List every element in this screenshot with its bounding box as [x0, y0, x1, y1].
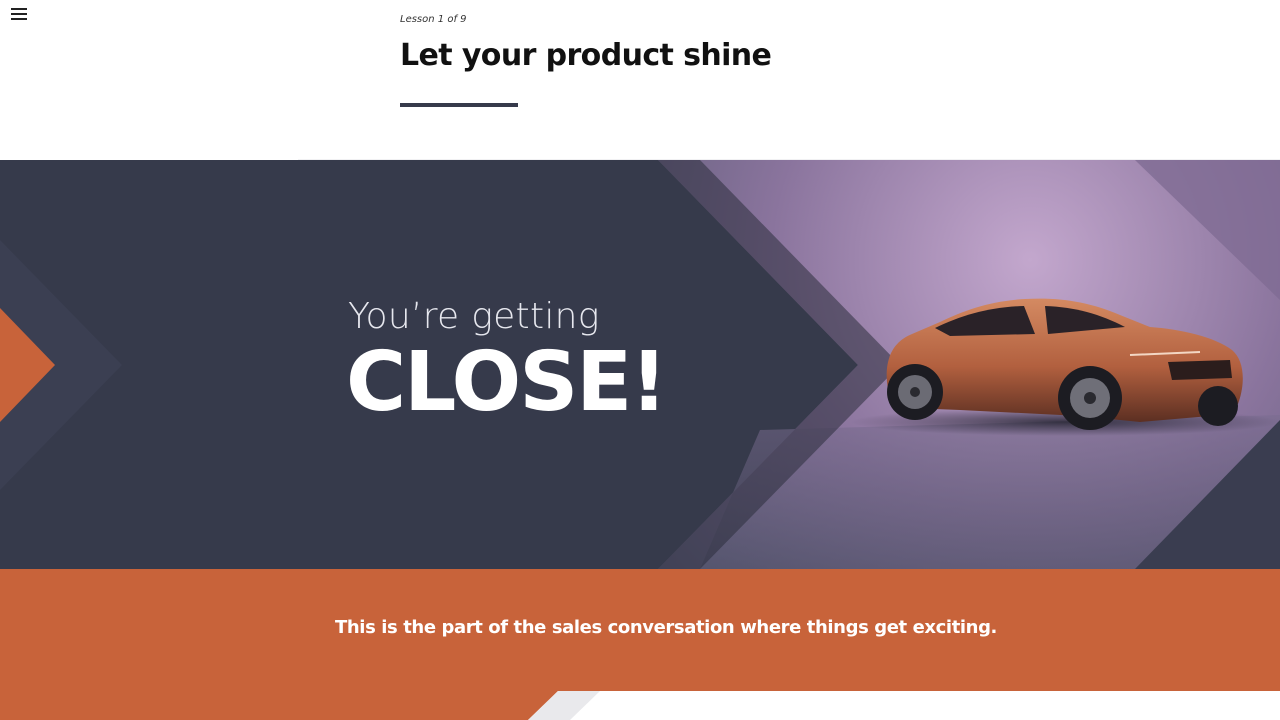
banner-text: This is the part of the sales conversati… — [335, 617, 997, 638]
bottom-decoration — [0, 691, 1280, 720]
title-divider — [400, 103, 518, 107]
lesson-counter: Lesson 1 of 9 — [400, 14, 467, 25]
hamburger-menu-icon[interactable] — [11, 8, 27, 20]
lesson-title: Let your product shine — [400, 38, 772, 73]
hero-headline: CLOSE! — [346, 335, 668, 430]
hero-intro-text: You’re getting — [348, 296, 600, 337]
